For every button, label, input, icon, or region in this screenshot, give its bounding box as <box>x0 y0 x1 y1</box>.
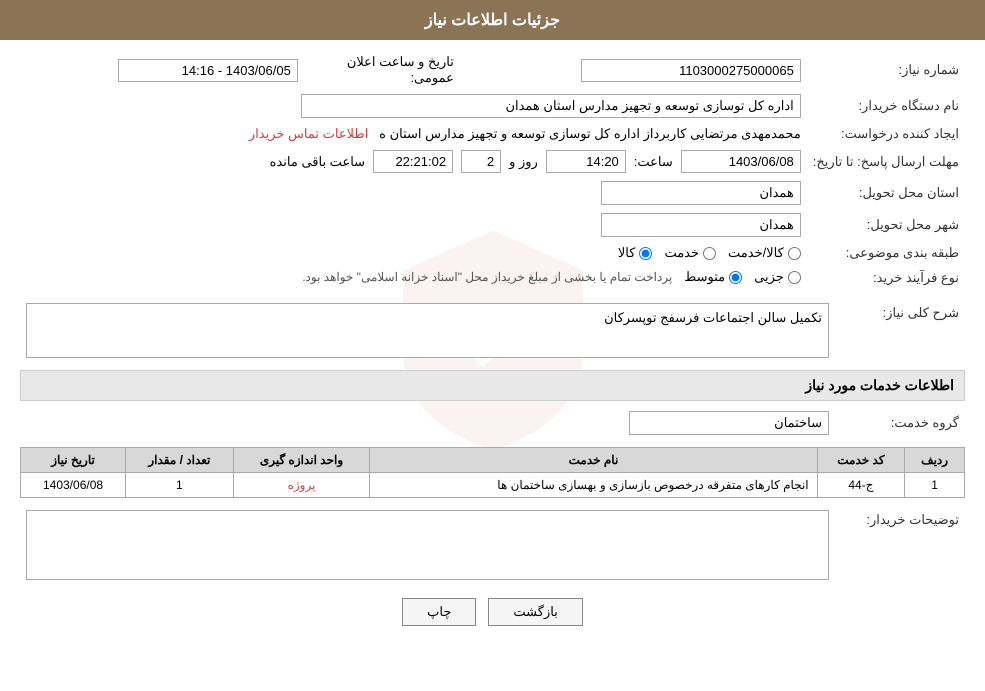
deadline-date-field: 1403/06/08 <box>681 150 801 173</box>
creator-contact-link[interactable]: اطلاعات تماس خریدار <box>249 126 368 141</box>
announcement-date-field: 1403/06/05 - 14:16 <box>118 59 298 82</box>
buyer-notes-label: توضیحات خریدار: <box>835 506 965 584</box>
cell-date: 1403/06/08 <box>21 472 126 497</box>
deadline-remaining-label: ساعت باقی مانده <box>270 154 365 170</box>
page-container: جزئیات اطلاعات نیاز Ana Tender شماره نیا… <box>0 0 985 691</box>
print-button[interactable]: چاپ <box>402 598 476 626</box>
creator-label: ایجاد کننده درخواست: <box>807 122 965 146</box>
buyer-notes-table: توضیحات خریدار: <box>20 506 965 584</box>
row-buyer-notes: توضیحات خریدار: <box>20 506 965 584</box>
row-city: شهر محل تحویل: همدان <box>20 209 965 241</box>
category-option-kala-khedmat[interactable]: کالا/خدمت <box>728 245 801 261</box>
cell-unit: پروژه <box>233 472 370 497</box>
deadline-remaining-field: 22:21:02 <box>373 150 453 173</box>
buyer-org-value: اداره کل توسازی توسعه و تجهیز مدارس استا… <box>20 90 807 122</box>
col-unit: واحد اندازه گیری <box>233 447 370 472</box>
purchase-type-label: نوع فرآیند خرید: <box>807 265 965 291</box>
row-service-group: گروه خدمت: ساختمان <box>20 407 965 439</box>
deadline-days-field: 2 <box>461 150 501 173</box>
row-province: استان محل تحویل: همدان <box>20 177 965 209</box>
page-title: جزئیات اطلاعات نیاز <box>425 12 560 29</box>
cell-row-num: 1 <box>905 472 965 497</box>
creator-value: محمدمهدی مرتضایی کاربرداز اداره کل توساز… <box>20 122 807 146</box>
need-description-value: تکمیل سالن اجتماعات فرسفج توپسرکان <box>20 299 835 362</box>
city-field: همدان <box>601 213 801 237</box>
need-description-box[interactable]: تکمیل سالن اجتماعات فرسفج توپسرکان <box>26 303 829 358</box>
cell-service-name: انجام کارهای متفرقه درخصوص بازسازی و بهس… <box>370 472 817 497</box>
province-label: استان محل تحویل: <box>807 177 965 209</box>
col-service-name: نام خدمت <box>370 447 817 472</box>
table-row: 1ج-44انجام کارهای متفرقه درخصوص بازسازی … <box>21 472 965 497</box>
purchase-type-option-jozi[interactable]: جزیی <box>754 269 801 285</box>
announcement-date-value: 1403/06/05 - 14:16 <box>20 50 304 90</box>
category-option-khedmat[interactable]: خدمت <box>664 245 716 261</box>
services-table-header: ردیف کد خدمت نام خدمت واحد اندازه گیری ت… <box>21 447 965 472</box>
page-header: جزئیات اطلاعات نیاز <box>0 0 985 40</box>
info-table: شماره نیاز: 1103000275000065 تاریخ و ساع… <box>20 50 965 291</box>
need-number-field: 1103000275000065 <box>581 59 801 82</box>
content-area: شماره نیاز: 1103000275000065 تاریخ و ساع… <box>0 40 985 650</box>
row-purchase-type: نوع فرآیند خرید: جزیی متوسط پرداخت تمام … <box>20 265 965 291</box>
category-option-kala[interactable]: کالا <box>618 245 653 261</box>
province-field: همدان <box>601 181 801 205</box>
buyer-notes-value <box>20 506 835 584</box>
city-value: همدان <box>20 209 807 241</box>
need-number-value: 1103000275000065 <box>464 50 807 90</box>
cell-count: 1 <box>126 472 234 497</box>
purchase-type-option-mutavaset[interactable]: متوسط <box>684 269 742 285</box>
col-service-code: کد خدمت <box>817 447 905 472</box>
announcement-date-label: تاریخ و ساعت اعلان عمومی: <box>304 50 464 90</box>
need-description-label: شرح کلی نیاز: <box>835 299 965 362</box>
deadline-day-label: روز و <box>509 154 538 170</box>
need-number-label: شماره نیاز: <box>807 50 965 90</box>
deadline-time-label: ساعت: <box>634 154 673 170</box>
service-group-table: گروه خدمت: ساختمان <box>20 407 965 439</box>
deadline-label: مهلت ارسال پاسخ: تا تاریخ: <box>807 146 965 177</box>
service-group-value: ساختمان <box>20 407 835 439</box>
buyer-notes-box[interactable] <box>26 510 829 580</box>
services-section-header: اطلاعات خدمات مورد نیاز <box>20 370 965 401</box>
row-need-description: شرح کلی نیاز: تکمیل سالن اجتماعات فرسفج … <box>20 299 965 362</box>
buyer-org-field: اداره کل توسازی توسعه و تجهیز مدارس استا… <box>301 94 801 118</box>
service-group-field: ساختمان <box>629 411 829 435</box>
services-tbody: 1ج-44انجام کارهای متفرقه درخصوص بازسازی … <box>21 472 965 497</box>
row-creator: ایجاد کننده درخواست: محمدمهدی مرتضایی کا… <box>20 122 965 146</box>
deadline-value: 1403/06/08 ساعت: 14:20 روز و 2 22:21:02 … <box>20 146 807 177</box>
category-options: کالا/خدمت خدمت کالا <box>20 241 807 265</box>
category-label: طبقه بندی موضوعی: <box>807 241 965 265</box>
cell-service-code: ج-44 <box>817 472 905 497</box>
purchase-type-note: پرداخت تمام یا بخشی از مبلغ خریداز محل "… <box>302 270 672 284</box>
deadline-time-field: 14:20 <box>546 150 626 173</box>
col-row-num: ردیف <box>905 447 965 472</box>
col-count: تعداد / مقدار <box>126 447 234 472</box>
buyer-org-label: نام دستگاه خریدار: <box>807 90 965 122</box>
buttons-row: بازگشت چاپ <box>20 598 965 626</box>
creator-name: محمدمهدی مرتضایی کاربرداز اداره کل توساز… <box>379 126 801 141</box>
need-description-table: شرح کلی نیاز: تکمیل سالن اجتماعات فرسفج … <box>20 299 965 362</box>
back-button[interactable]: بازگشت <box>488 598 582 626</box>
city-label: شهر محل تحویل: <box>807 209 965 241</box>
row-buyer-org: نام دستگاه خریدار: اداره کل توسازی توسعه… <box>20 90 965 122</box>
service-group-label: گروه خدمت: <box>835 407 965 439</box>
purchase-type-options: جزیی متوسط پرداخت تمام یا بخشی از مبلغ خ… <box>20 265 807 291</box>
province-value: همدان <box>20 177 807 209</box>
col-date: تاریخ نیاز <box>21 447 126 472</box>
services-table: ردیف کد خدمت نام خدمت واحد اندازه گیری ت… <box>20 447 965 498</box>
row-category: طبقه بندی موضوعی: کالا/خدمت خدمت کالا <box>20 241 965 265</box>
row-deadline: مهلت ارسال پاسخ: تا تاریخ: 1403/06/08 سا… <box>20 146 965 177</box>
services-header-row: ردیف کد خدمت نام خدمت واحد اندازه گیری ت… <box>21 447 965 472</box>
row-need-number: شماره نیاز: 1103000275000065 تاریخ و ساع… <box>20 50 965 90</box>
